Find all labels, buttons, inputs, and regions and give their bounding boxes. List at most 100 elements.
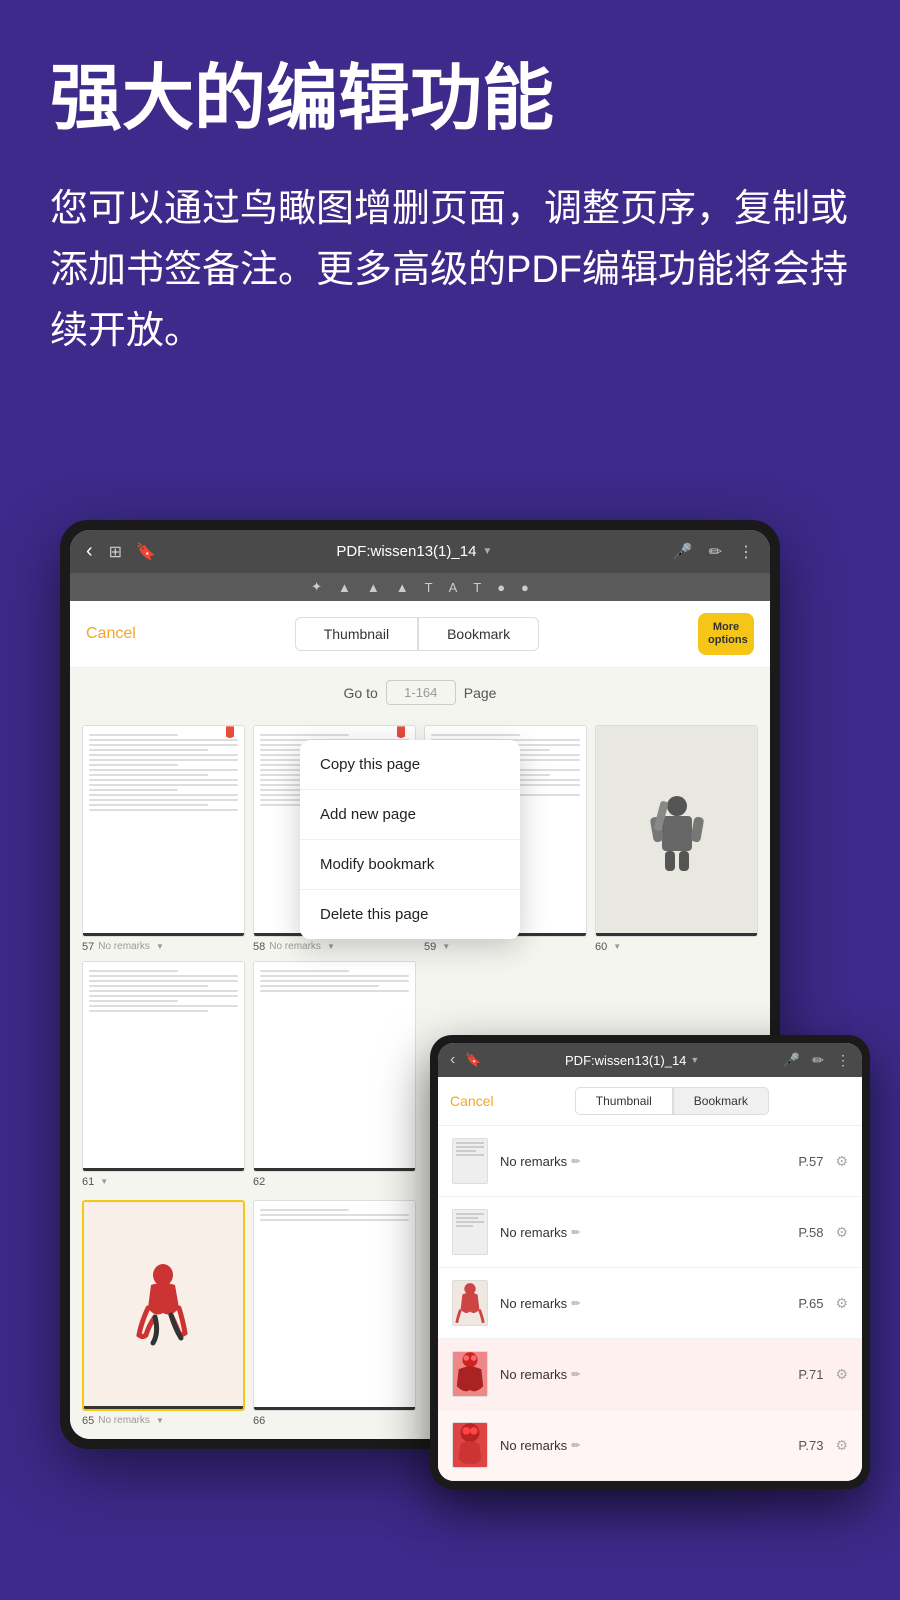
cancel-button[interactable]: Cancel xyxy=(86,625,136,643)
tab-thumbnail[interactable]: Thumbnail xyxy=(295,617,418,651)
thumb-num-57: 57 xyxy=(82,941,94,953)
thumb-chevron-65[interactable]: ▼ xyxy=(156,1416,164,1425)
sec-tab-bookmark[interactable]: Bookmark xyxy=(673,1087,769,1115)
sec-cancel-button[interactable]: Cancel xyxy=(450,1093,494,1109)
thumb-chevron-58[interactable]: ▼ xyxy=(327,942,335,951)
thumb-img-61 xyxy=(82,961,245,1172)
sec-back-btn[interactable]: ‹ xyxy=(450,1051,455,1069)
sec-mic-icon[interactable]: 🎤 xyxy=(783,1052,800,1069)
bm-thumb-p57 xyxy=(452,1138,488,1184)
bm-thumb-p65 xyxy=(452,1280,488,1326)
device-container: ‹ ⊞ 🔖 PDF:wissen13(1)_14 ▼ 🎤 ✏ ⋮ ✦ ▲ xyxy=(60,520,840,1449)
tool-icon-6[interactable]: A xyxy=(445,580,462,595)
back-button[interactable]: ‹ xyxy=(86,540,93,563)
tool-icon-5[interactable]: T xyxy=(421,580,437,595)
tablet-secondary: ‹ 🔖 PDF:wissen13(1)_14 ▼ 🎤 ✏ ⋮ Cancel Th… xyxy=(430,1035,870,1489)
tool-icon-8[interactable]: ● xyxy=(493,580,509,595)
thumb-img-65 xyxy=(82,1200,245,1411)
tab-bookmark[interactable]: Bookmark xyxy=(418,617,539,651)
app-toolbar: ‹ ⊞ 🔖 PDF:wissen13(1)_14 ▼ 🎤 ✏ ⋮ xyxy=(70,530,770,573)
main-description: 您可以通过鸟瞰图增删页面，调整页序，复制或添加书签备注。更多高级的PDF编辑功能… xyxy=(50,179,850,361)
thumb-66[interactable]: 66 xyxy=(253,1200,416,1427)
bm-info-p71: No remarks ✏ xyxy=(500,1367,786,1382)
bm-thumb-p71 xyxy=(452,1351,488,1397)
bm-title-p73: No remarks ✏ xyxy=(500,1438,786,1453)
goto-input[interactable]: 1-164 xyxy=(386,680,456,705)
thumb-num-58: 58 xyxy=(253,941,265,953)
bm-gear-p71[interactable]: ⚙ xyxy=(835,1366,848,1383)
thumb-num-61: 61 xyxy=(82,1176,94,1188)
pen-icon[interactable]: ✏ xyxy=(709,542,722,562)
bookmark-item-p65[interactable]: No remarks ✏ P.65 ⚙ xyxy=(438,1268,862,1339)
goto-row: Go to 1-164 Page xyxy=(70,668,770,717)
more-options-button[interactable]: More options xyxy=(698,613,754,655)
context-modify-bookmark[interactable]: Modify bookmark xyxy=(300,840,520,890)
bm-page-p71: P.71 xyxy=(798,1367,823,1382)
thumb-num-59: 59 xyxy=(424,941,436,953)
tool-icon-3[interactable]: ▲ xyxy=(363,580,384,595)
bookmark-item-p57[interactable]: No remarks ✏ P.57 ⚙ xyxy=(438,1126,862,1197)
toolbar-icons: ⊞ 🔖 xyxy=(109,542,156,562)
bm-thumb-p58 xyxy=(452,1209,488,1255)
edit-icon-p71: ✏ xyxy=(571,1368,580,1381)
thumb-57[interactable]: 57 No remarks ▼ xyxy=(82,725,245,952)
sec-pen-icon[interactable]: ✏ xyxy=(812,1052,824,1069)
toolbar-title: PDF:wissen13(1)_14 ▼ xyxy=(168,543,661,560)
context-add-page[interactable]: Add new page xyxy=(300,790,520,840)
bookmark-icon[interactable]: 🔖 xyxy=(136,542,156,562)
sec-toolbar-title: PDF:wissen13(1)_14 ▼ xyxy=(492,1053,773,1068)
thumb-img-66 xyxy=(253,1200,416,1411)
thumb-img-60 xyxy=(595,725,758,936)
tool-icon-1[interactable]: ✦ xyxy=(307,579,326,595)
bookmark-item-p71[interactable]: No remarks ✏ P.71 ⚙ xyxy=(438,1339,862,1410)
thumb-chevron-59[interactable]: ▼ xyxy=(442,942,450,951)
header-section: 强大的编辑功能 您可以通过鸟瞰图增删页面，调整页序，复制或添加书签备注。更多高级… xyxy=(0,0,900,392)
bm-gear-p73[interactable]: ⚙ xyxy=(835,1437,848,1454)
bm-info-p57: No remarks ✏ xyxy=(500,1154,786,1169)
thumb-62[interactable]: 62 xyxy=(253,961,416,1188)
bm-info-p58: No remarks ✏ xyxy=(500,1225,786,1240)
bookmark-item-p73[interactable]: No remarks ✏ P.73 ⚙ xyxy=(438,1410,862,1481)
bm-gear-p65[interactable]: ⚙ xyxy=(835,1295,848,1312)
thumb-chevron-57[interactable]: ▼ xyxy=(156,942,164,951)
bm-thumb-p73 xyxy=(452,1422,488,1468)
tool-icon-2[interactable]: ▲ xyxy=(334,580,355,595)
context-copy-page[interactable]: Copy this page xyxy=(300,740,520,790)
edit-icon-p73: ✏ xyxy=(571,1439,580,1452)
thumb-65[interactable]: 65 No remarks ▼ xyxy=(82,1200,245,1427)
thumb-num-66: 66 xyxy=(253,1415,265,1427)
more-icon[interactable]: ⋮ xyxy=(738,542,754,562)
tool-icon-9[interactable]: ● xyxy=(517,580,533,595)
sec-tab-thumbnail[interactable]: Thumbnail xyxy=(575,1087,673,1115)
thumb-remark-57: No remarks xyxy=(98,941,150,952)
thumb-61[interactable]: 61 ▼ xyxy=(82,961,245,1188)
bookmark-list: No remarks ✏ P.57 ⚙ xyxy=(438,1126,862,1481)
goto-suffix: Page xyxy=(464,685,497,701)
panel-header: Cancel Thumbnail Bookmark More options xyxy=(70,601,770,668)
bm-info-p73: No remarks ✏ xyxy=(500,1438,786,1453)
tool-icon-4[interactable]: ▲ xyxy=(392,580,413,595)
grid-icon[interactable]: ⊞ xyxy=(109,542,122,562)
sec-tab-group: Thumbnail Bookmark xyxy=(494,1087,850,1115)
tool-icon-7[interactable]: T xyxy=(469,580,485,595)
context-menu: Copy this page Add new page Modify bookm… xyxy=(300,740,520,939)
illustration-60 xyxy=(596,726,757,935)
sec-panel-header: Cancel Thumbnail Bookmark xyxy=(438,1077,862,1126)
mic-icon[interactable]: 🎤 xyxy=(673,542,693,562)
sec-bookmark-icon[interactable]: 🔖 xyxy=(465,1052,481,1068)
toolbar-right: 🎤 ✏ ⋮ xyxy=(673,542,754,562)
thumb-chevron-60[interactable]: ▼ xyxy=(613,942,621,951)
thumb-60[interactable]: 60 ▼ xyxy=(595,725,758,952)
context-delete-page[interactable]: Delete this page xyxy=(300,890,520,939)
main-title: 强大的编辑功能 xyxy=(50,60,850,139)
thumb-chevron-61[interactable]: ▼ xyxy=(100,1177,108,1186)
sec-toolbar: ‹ 🔖 PDF:wissen13(1)_14 ▼ 🎤 ✏ ⋮ xyxy=(438,1043,862,1077)
edit-icon-p65: ✏ xyxy=(571,1297,580,1310)
bm-gear-p58[interactable]: ⚙ xyxy=(835,1224,848,1241)
bm-page-p73: P.73 xyxy=(798,1438,823,1453)
bm-info-p65: No remarks ✏ xyxy=(500,1296,786,1311)
sec-more-icon[interactable]: ⋮ xyxy=(836,1052,850,1069)
tablet-screen-secondary: ‹ 🔖 PDF:wissen13(1)_14 ▼ 🎤 ✏ ⋮ Cancel Th… xyxy=(438,1043,862,1481)
bookmark-item-p58[interactable]: No remarks ✏ P.58 ⚙ xyxy=(438,1197,862,1268)
bm-gear-p57[interactable]: ⚙ xyxy=(835,1153,848,1170)
